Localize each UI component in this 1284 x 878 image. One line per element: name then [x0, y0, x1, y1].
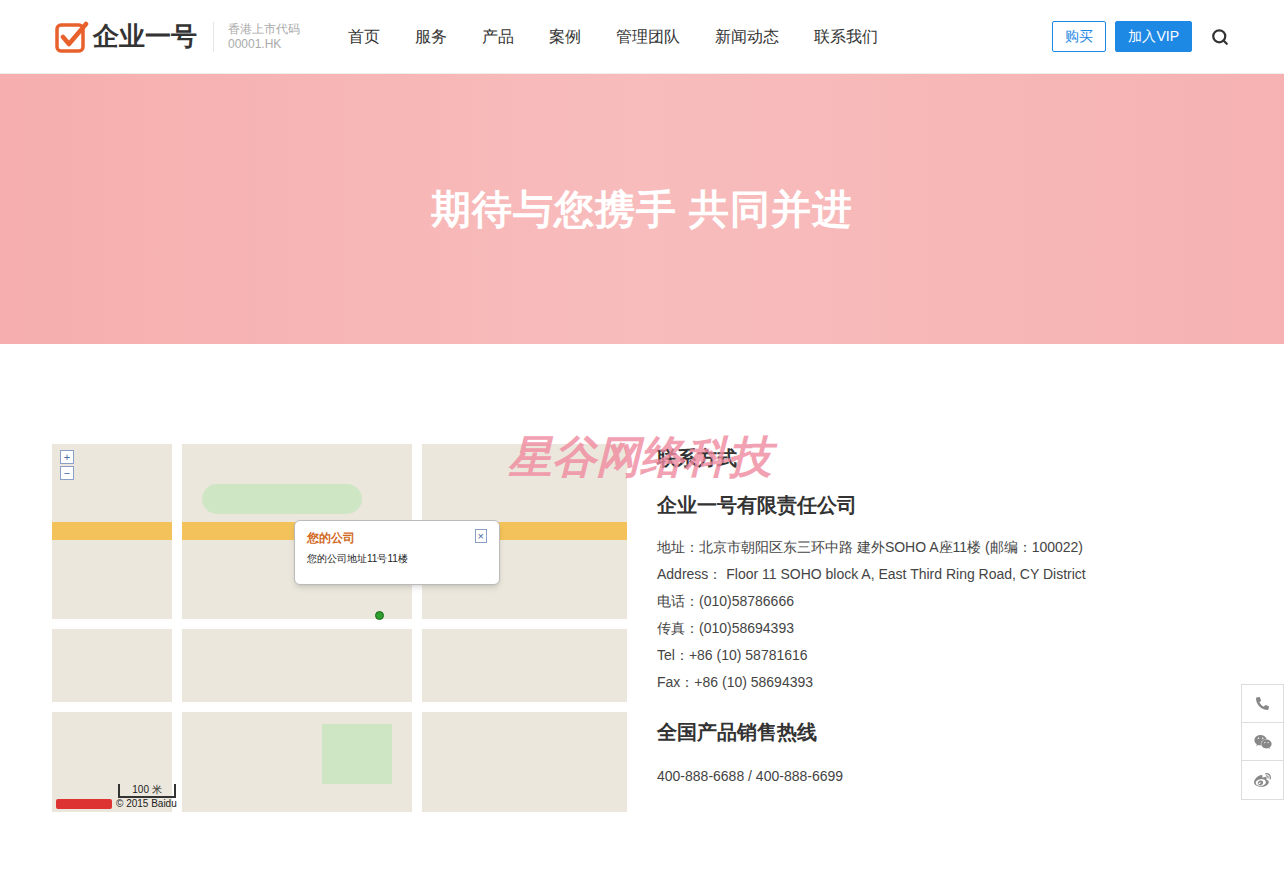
contact-line: Address： Floor 11 SOHO block A, East Thi…	[657, 561, 1086, 588]
zoom-controls: +−	[60, 450, 74, 480]
phone-button[interactable]	[1242, 685, 1283, 723]
company-name: 企业一号有限责任公司	[657, 491, 1086, 519]
popup-title: 您的公司	[307, 529, 355, 547]
nav-item[interactable]: 管理团队	[616, 25, 680, 49]
map-popup: 您的公司 × 您的公司地址11号11楼	[294, 520, 500, 585]
header: 企业一号香港上市代码00001.HK 首页 服务 产品 案例 管理团队 新闻动态 联系我们 购买…	[0, 0, 1284, 74]
wechat-button[interactable]	[1242, 723, 1283, 761]
zoom-in-button[interactable]: +	[60, 450, 74, 464]
page: 企业一号香港上市代码00001.HK 首页 服务 产品 案例 管理团队 新闻动态 联系我们 购买…	[0, 0, 1284, 878]
contact-heading: 联系方式	[657, 444, 1086, 472]
map-road	[52, 619, 627, 629]
search-icon[interactable]	[1211, 28, 1229, 46]
nav-item[interactable]: 服务	[415, 25, 447, 49]
contact-line: 传真：(010)58694393	[657, 615, 1086, 642]
map-copyright: © 2015 Baidu	[116, 798, 177, 810]
phone-icon	[1256, 697, 1269, 710]
weibo-icon	[1254, 772, 1271, 789]
map-park	[202, 484, 362, 514]
logo-check-icon	[55, 21, 89, 53]
wechat-icon	[1254, 733, 1272, 751]
logo[interactable]: 企业一号	[55, 17, 197, 56]
watermark: 星谷网络科技	[508, 424, 772, 490]
nav-item[interactable]: 产品	[482, 25, 514, 49]
weibo-button[interactable]	[1242, 761, 1283, 799]
contact-info: 联系方式企业一号有限责任公司地址：北京市朝阳区东三环中路 建外SOHO A座11…	[657, 444, 1086, 812]
nav-item[interactable]: 首页	[348, 25, 380, 49]
map-park	[322, 724, 392, 784]
buy-button[interactable]: 购买	[1052, 21, 1106, 52]
nav-item[interactable]: 新闻动态	[715, 25, 779, 49]
vip-button[interactable]: 加入VIP	[1115, 21, 1192, 52]
hotline: 400-888-6688 / 400-888-6699	[657, 763, 1086, 790]
popup-close-button[interactable]: ×	[475, 529, 487, 543]
nav-item[interactable]: 联系我们	[814, 25, 878, 49]
nav-item[interactable]: 案例	[549, 25, 581, 49]
main-nav: 首页 服务 产品 案例 管理团队 新闻动态 联系我们	[348, 25, 878, 49]
contact-section: +−您的公司×您的公司地址11号11楼100 米© 2015 Baidu联系方式…	[0, 444, 1284, 812]
stock-info: 香港上市代码00001.HK	[213, 22, 300, 52]
hotline-heading: 全国产品销售热线	[657, 718, 1086, 746]
hero-banner: 期待与您携手 共同并进	[0, 74, 1284, 344]
map-scale: 100 米	[118, 784, 176, 798]
map-pin-icon	[375, 611, 384, 620]
zoom-out-button[interactable]: −	[60, 466, 74, 480]
map[interactable]: +−您的公司×您的公司地址11号11楼100 米© 2015 Baidu	[52, 444, 627, 812]
contact-line: Fax：+86 (10) 58694393	[657, 669, 1086, 696]
map-road	[412, 444, 422, 812]
contact-line: 电话：(010)58786666	[657, 588, 1086, 615]
hero-title: 期待与您携手 共同并进	[431, 179, 853, 239]
map-road	[172, 444, 182, 812]
popup-address: 您的公司地址11号11楼	[307, 551, 487, 576]
baidu-logo-icon	[56, 799, 112, 809]
contact-line: Tel：+86 (10) 58781616	[657, 642, 1086, 669]
contact-line: 地址：北京市朝阳区东三环中路 建外SOHO A座11楼 (邮编：100022)	[657, 534, 1086, 561]
map-road	[52, 702, 627, 712]
float-sidebar	[1241, 684, 1284, 800]
